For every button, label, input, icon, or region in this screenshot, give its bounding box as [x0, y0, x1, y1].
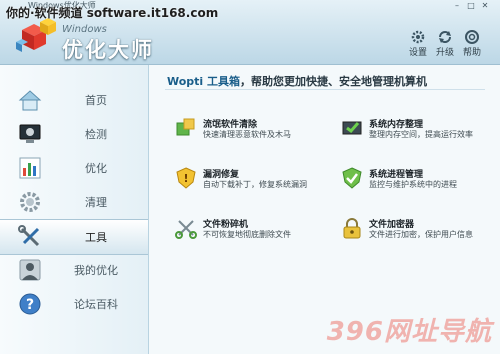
page-title-prefix: Wopti 工具箱	[167, 75, 241, 88]
tool-desc: 整理内存空间，提高运行效率	[369, 130, 473, 139]
settings-button[interactable]: 设置	[404, 30, 432, 58]
tool-shredder[interactable]: 文件粉碎机 不可恢复地彻底删除文件	[175, 217, 345, 253]
tool-rogue-cleaner[interactable]: 流氓软件清除 快速清理恶意软件及木马	[175, 117, 345, 153]
brand-name: 优化大师	[62, 37, 154, 62]
page-title: Wopti 工具箱，帮助您更加快捷、安全地管理机算机	[167, 73, 427, 89]
gear-clean-icon	[20, 192, 40, 212]
app-window: Windows优化大师 – □ ✕ Windows 优化大师 设置 升级 帮助 …	[0, 0, 500, 354]
logo-cubes-icon	[16, 18, 56, 52]
puzzle-icon	[176, 118, 195, 136]
svg-text:!: !	[183, 172, 188, 185]
svg-text:?: ?	[26, 297, 34, 313]
scissors-icon	[175, 220, 197, 239]
help-button[interactable]: 帮助	[458, 30, 486, 58]
minimize-icon[interactable]: –	[452, 1, 462, 10]
tool-memory[interactable]: 系统内存整理 整理内存空间，提高运行效率	[341, 117, 500, 153]
tool-desc: 文件进行加密，保护用户信息	[369, 230, 473, 239]
memory-check-icon	[342, 121, 362, 135]
user-icon	[19, 259, 41, 281]
tool-vuln-fix[interactable]: ! 漏洞修复 自动下载补丁，修复系统漏洞	[175, 167, 345, 203]
tool-desc: 快速清理恶意软件及木马	[203, 130, 291, 139]
gear-icon	[411, 30, 425, 44]
sidebar-item-label: 清理	[85, 196, 107, 209]
tool-desc: 监控与维护系统中的进程	[369, 180, 457, 189]
sidebar-item-detect[interactable]: 检测	[0, 117, 148, 151]
question-icon: ?	[19, 293, 41, 315]
close-icon[interactable]: ✕	[480, 1, 490, 10]
tool-encryptor[interactable]: 文件加密器 文件进行加密，保护用户信息	[341, 217, 500, 253]
sidebar: 首页 检测 优化 清理 工具 我的优化 ? 论坛百科	[0, 65, 149, 354]
tool-desc: 自动下载补丁，修复系统漏洞	[203, 180, 307, 189]
sidebar-item-label: 检测	[85, 128, 107, 141]
shield-warning-icon: !	[176, 167, 196, 189]
tool-desc: 不可恢复地彻底删除文件	[203, 230, 291, 239]
help-label: 帮助	[462, 48, 481, 58]
house-icon	[18, 90, 42, 111]
sidebar-item-clean[interactable]: 清理	[0, 185, 148, 219]
sidebar-item-label: 我的优化	[74, 264, 118, 277]
tool-process[interactable]: 系统进程管理 监控与维护系统中的进程	[341, 167, 500, 203]
sidebar-item-label: 首页	[85, 94, 107, 107]
sidebar-item-label: 工具	[85, 231, 107, 244]
maximize-icon[interactable]: □	[466, 1, 476, 10]
sidebar-item-my-optimize[interactable]: 我的优化	[0, 253, 148, 287]
sidebar-item-label: 优化	[85, 162, 107, 175]
sidebar-item-optimize[interactable]: 优化	[0, 151, 148, 185]
monitor-icon	[19, 124, 41, 143]
upgrade-label: 升级	[435, 48, 454, 58]
sidebar-item-home[interactable]: 首页	[0, 83, 148, 117]
wrench-screwdriver-icon	[18, 225, 40, 247]
lock-icon	[343, 218, 361, 239]
lifebuoy-icon	[465, 30, 479, 44]
page-title-rest: ，帮助您更加快捷、安全地管理机算机	[240, 75, 428, 88]
watermark-logo: 396网址导航	[326, 317, 492, 347]
bar-chart-icon	[19, 157, 41, 179]
refresh-icon	[439, 31, 451, 43]
settings-label: 设置	[408, 48, 427, 58]
upgrade-button[interactable]: 升级	[431, 30, 459, 58]
sidebar-item-tools[interactable]: 工具	[0, 219, 148, 255]
sidebar-item-label: 论坛百科	[74, 298, 118, 311]
sidebar-item-forum[interactable]: ? 论坛百科	[0, 287, 148, 321]
divider	[165, 89, 485, 90]
overlay-caption: 你的·软件频道 software.it168.com	[6, 6, 219, 20]
shield-check-icon	[342, 167, 362, 189]
